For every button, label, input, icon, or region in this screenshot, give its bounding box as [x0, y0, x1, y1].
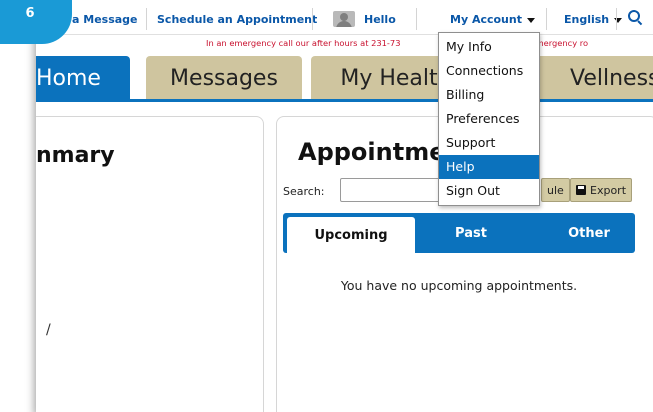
language-label: English [564, 13, 610, 26]
export-button[interactable]: Export [570, 178, 633, 202]
divider [146, 8, 147, 30]
tab-messages-label: Messages [170, 65, 278, 91]
empty-state-message: You have no upcoming appointments. [340, 278, 578, 293]
schedule-button-label: ule [547, 183, 564, 197]
account-dropdown-menu: My Info Connections Billing Preferences … [438, 32, 540, 206]
appointments-title: Appointme [298, 138, 446, 166]
my-account-dropdown[interactable]: My Account [450, 13, 535, 26]
divider [312, 8, 313, 30]
subtab-other-label: Other [568, 225, 610, 241]
search-icon[interactable] [628, 10, 640, 22]
menu-item-preferences[interactable]: Preferences [439, 107, 539, 131]
subtab-past[interactable]: Past [433, 213, 509, 253]
summary-fragment: / [46, 322, 51, 338]
subtab-upcoming-label: Upcoming [314, 227, 388, 243]
menu-item-billing[interactable]: Billing [439, 83, 539, 107]
app-window: a Message Schedule an Appointment Hello … [36, 0, 653, 412]
top-navigation-bar: a Message Schedule an Appointment Hello … [36, 0, 653, 35]
menu-item-connections[interactable]: Connections [439, 59, 539, 83]
emergency-text: In an emergency call our after hours at … [206, 38, 401, 48]
tab-underline [36, 99, 653, 102]
schedule-button[interactable]: ule [541, 178, 570, 202]
tab-my-health-label: My Healt [340, 65, 438, 91]
save-icon [576, 185, 586, 195]
language-dropdown[interactable]: English [564, 13, 623, 26]
export-button-label: Export [590, 183, 627, 197]
menu-item-help[interactable]: Help [439, 155, 539, 179]
divider [416, 8, 417, 30]
tab-home[interactable]: Home [36, 56, 130, 100]
menu-item-sign-out[interactable]: Sign Out [439, 179, 539, 203]
subtab-upcoming[interactable]: Upcoming [287, 217, 415, 253]
hello-greeting: Hello [364, 13, 396, 26]
caret-down-icon [526, 17, 535, 23]
menu-item-my-info[interactable]: My Info [439, 35, 539, 59]
search-label: Search: [283, 185, 325, 198]
send-message-link[interactable]: a Message [72, 13, 138, 26]
tab-wellness-label: Vellness [570, 65, 653, 91]
my-account-label: My Account [450, 13, 522, 26]
summary-title: nmary [36, 143, 115, 168]
divider [616, 8, 617, 30]
tab-messages[interactable]: Messages [146, 56, 302, 100]
schedule-appointment-link[interactable]: Schedule an Appointment [157, 13, 317, 26]
step-number: 6 [25, 6, 35, 21]
emergency-notice: In an emergency call our after hours at … [206, 38, 653, 48]
appointment-subtabs: Upcoming Past Other [283, 213, 635, 253]
divider [546, 8, 547, 30]
main-tabs: Home Messages My Healt Vellness [36, 56, 653, 100]
menu-item-support[interactable]: Support [439, 131, 539, 155]
search-input[interactable] [340, 178, 450, 202]
subtab-past-label: Past [455, 225, 487, 241]
subtab-other[interactable]: Other [551, 213, 627, 253]
tab-home-label: Home [36, 65, 101, 91]
avatar [333, 11, 355, 27]
